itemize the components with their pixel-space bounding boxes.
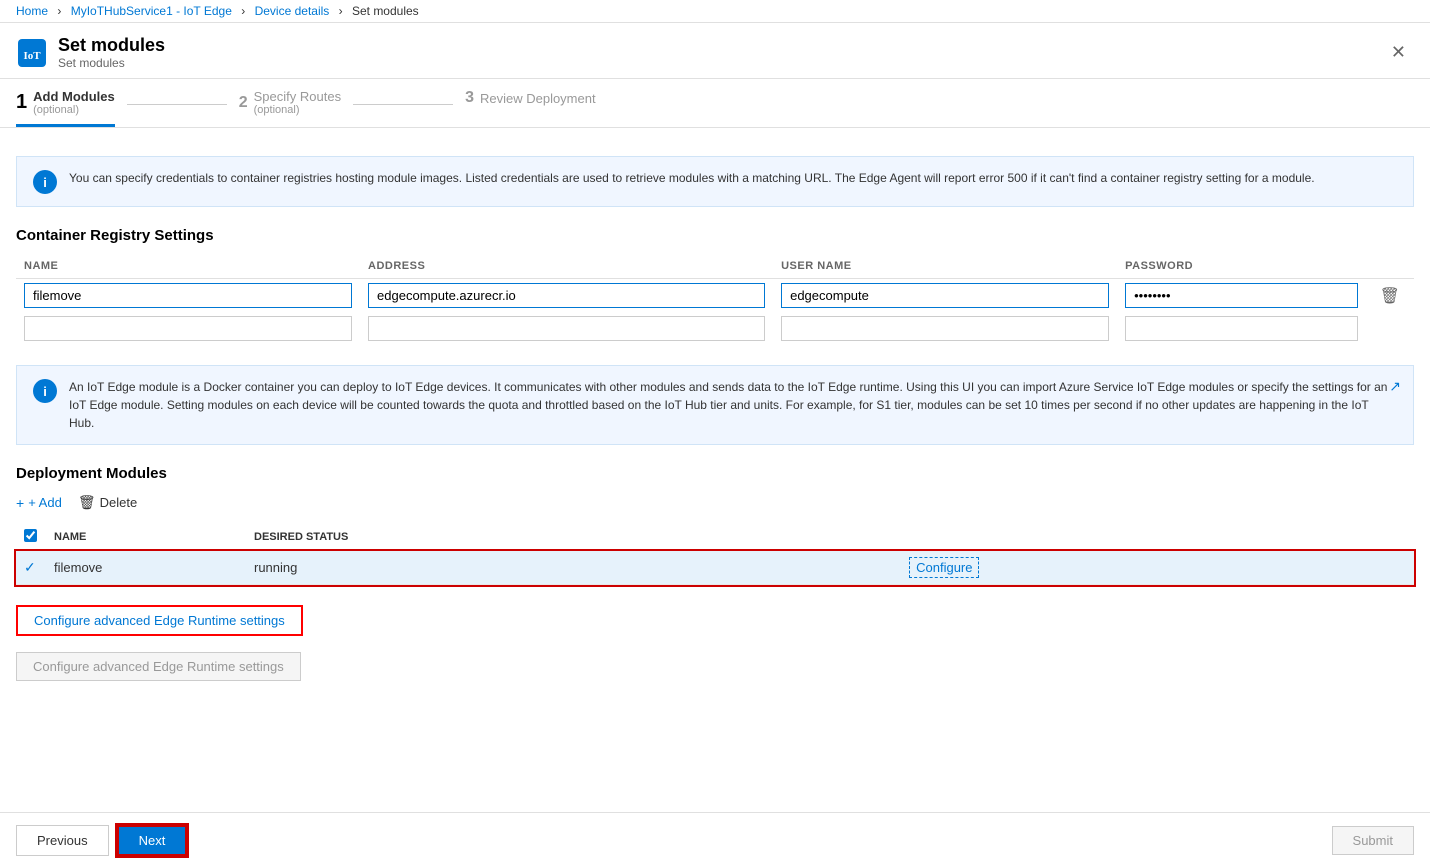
next-label: Next	[139, 833, 166, 848]
close-button[interactable]: ✕	[1383, 38, 1414, 67]
add-module-button[interactable]: + + Add	[16, 495, 62, 511]
modules-table: NAME DESIRED STATUS ✓ filemove running C…	[16, 523, 1414, 585]
registry-password-2[interactable]	[1125, 316, 1358, 341]
next-button[interactable]: Next	[117, 825, 188, 856]
configure-runtime-label: Configure advanced Edge Runtime settings	[34, 613, 285, 628]
deployment-section: Deployment Modules + + Add 🗑 Delete NAME…	[16, 465, 1414, 585]
step-1[interactable]: 1 Add Modules (optional)	[16, 89, 115, 127]
step-separator-2	[353, 104, 453, 105]
col-name: NAME	[16, 256, 360, 279]
configure-link-filemove[interactable]: Configure	[909, 557, 979, 578]
info-text-2: An IoT Edge module is a Docker container…	[69, 378, 1397, 432]
step-1-number: 1	[16, 91, 27, 114]
registry-password-1[interactable]	[1125, 283, 1358, 308]
step-3-title: Review Deployment	[480, 91, 596, 106]
registry-username-2[interactable]	[781, 316, 1109, 341]
registry-address-2[interactable]	[368, 316, 765, 341]
col-password: PASSWORD	[1117, 256, 1366, 279]
previous-button[interactable]: Previous	[16, 825, 109, 856]
breadcrumb: Home › MyIoTHubService1 - IoT Edge › Dev…	[0, 0, 1430, 23]
modules-col-action	[901, 523, 1414, 551]
deployment-actions: + + Add 🗑 Delete	[16, 494, 1414, 511]
page-title: Set modules	[58, 35, 165, 56]
module-name-filemove: filemove	[46, 551, 246, 585]
add-icon: +	[16, 495, 24, 511]
module-checkbox-filemove: ✓	[24, 559, 36, 575]
step-1-title: Add Modules	[33, 89, 115, 104]
module-configure-filemove: Configure	[901, 551, 1414, 585]
configure-runtime-button[interactable]: Configure advanced Edge Runtime settings	[16, 605, 303, 636]
breadcrumb-current: Set modules	[352, 4, 419, 18]
info-icon-1: i	[33, 170, 57, 194]
module-row-filemove: ✓ filemove running Configure	[16, 551, 1414, 585]
breadcrumb-device[interactable]: Device details	[255, 4, 330, 18]
svg-text:IoT: IoT	[23, 50, 41, 62]
page-subtitle: Set modules	[58, 56, 165, 70]
step-2-subtitle: (optional)	[254, 104, 341, 116]
step-separator-1	[127, 104, 227, 105]
step-3-number: 3	[465, 89, 474, 107]
iot-edge-icon: IoT	[16, 37, 48, 69]
step-3[interactable]: 3 Review Deployment	[465, 89, 596, 127]
col-address: ADDRESS	[360, 256, 773, 279]
delete-icon: 🗑	[78, 494, 96, 511]
breadcrumb-home[interactable]: Home	[16, 4, 48, 18]
footer-left: Previous Next	[16, 825, 187, 856]
registry-row-1: 🗑	[16, 279, 1414, 313]
previous-label: Previous	[37, 833, 88, 848]
submit-label: Submit	[1353, 833, 1393, 848]
configure-runtime-label-disabled: Configure advanced Edge Runtime settings	[33, 659, 284, 674]
info-box-2: i An IoT Edge module is a Docker contain…	[16, 365, 1414, 445]
modules-header-row: NAME DESIRED STATUS	[16, 523, 1414, 551]
delete-module-button[interactable]: 🗑 Delete	[78, 494, 137, 511]
delete-label: Delete	[100, 495, 138, 510]
page-header: IoT Set modules Set modules ✕	[0, 23, 1430, 79]
submit-button: Submit	[1332, 826, 1414, 855]
breadcrumb-iothub[interactable]: MyIoTHubService1 - IoT Edge	[71, 4, 232, 18]
configure-runtime-section: Configure advanced Edge Runtime settings…	[16, 605, 1414, 681]
modules-col-check	[16, 523, 46, 551]
step-1-subtitle: (optional)	[33, 104, 115, 116]
info-icon-2: i	[33, 379, 57, 403]
external-link-icon[interactable]: ↗	[1389, 378, 1401, 395]
add-label: + Add	[28, 495, 62, 510]
footer: Previous Next Submit	[0, 812, 1430, 868]
step-2-number: 2	[239, 94, 248, 112]
module-status-filemove: running	[246, 551, 901, 585]
registry-table: NAME ADDRESS USER NAME PASSWORD 🗑	[16, 256, 1414, 345]
step-2-title: Specify Routes	[254, 89, 341, 104]
select-all-checkbox[interactable]	[24, 529, 37, 542]
registry-address-1[interactable]	[368, 283, 765, 308]
registry-name-2[interactable]	[24, 316, 352, 341]
registry-name-1[interactable]	[24, 283, 352, 308]
info-box-1: i You can specify credentials to contain…	[16, 156, 1414, 207]
registry-username-1[interactable]	[781, 283, 1109, 308]
step-2[interactable]: 2 Specify Routes (optional)	[239, 89, 341, 127]
steps-container: 1 Add Modules (optional) 2 Specify Route…	[0, 79, 1430, 128]
configure-runtime-button-disabled: Configure advanced Edge Runtime settings	[16, 652, 301, 681]
registry-delete-1[interactable]: 🗑	[1374, 284, 1406, 308]
col-username: USER NAME	[773, 256, 1117, 279]
info-text-1: You can specify credentials to container…	[69, 169, 1315, 187]
main-content: i You can specify credentials to contain…	[0, 128, 1430, 751]
modules-col-status: DESIRED STATUS	[246, 523, 901, 551]
modules-col-name: NAME	[46, 523, 246, 551]
registry-section-title: Container Registry Settings	[16, 227, 1414, 244]
registry-row-2	[16, 312, 1414, 345]
deployment-title: Deployment Modules	[16, 465, 1414, 482]
